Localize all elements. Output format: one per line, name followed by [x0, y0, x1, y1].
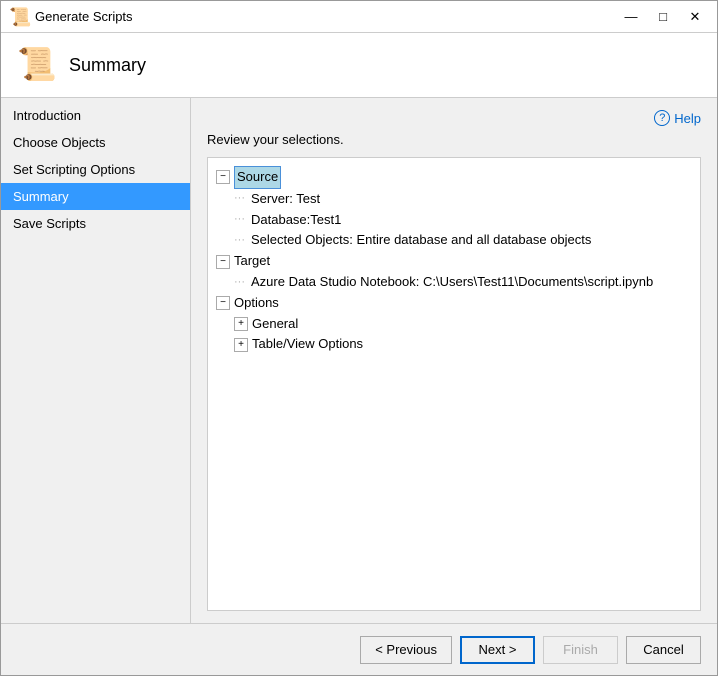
footer: < Previous Next > Finish Cancel	[1, 623, 717, 675]
window-icon: 📜	[9, 7, 29, 27]
sidebar-item-summary[interactable]: Summary	[1, 183, 190, 210]
source-toggle[interactable]: −	[216, 170, 230, 184]
options-general: General	[252, 314, 298, 335]
leaf-dash-db: ···	[234, 211, 245, 229]
title-bar: 📜 Generate Scripts — □ ✕	[1, 1, 717, 33]
sidebar-item-choose-objects[interactable]: Choose Objects	[1, 129, 190, 156]
main-content: ? Help Review your selections. − Source …	[191, 98, 717, 623]
title-bar-controls: — □ ✕	[617, 6, 709, 28]
page-icon: 📜	[17, 45, 57, 85]
window-title: Generate Scripts	[35, 9, 617, 24]
target-label: Target	[234, 251, 270, 272]
close-button[interactable]: ✕	[681, 6, 709, 28]
help-row: ? Help	[207, 110, 701, 126]
options-table-view: Table/View Options	[252, 334, 363, 355]
review-text: Review your selections.	[207, 132, 701, 147]
sidebar-item-set-scripting-options[interactable]: Set Scripting Options	[1, 156, 190, 183]
general-toggle[interactable]: +	[234, 317, 248, 331]
target-toggle[interactable]: −	[216, 255, 230, 269]
leaf-dash-obj: ···	[234, 232, 245, 250]
content-area: Introduction Choose Objects Set Scriptin…	[1, 98, 717, 623]
leaf-dash-server: ···	[234, 190, 245, 208]
source-database: Database:Test1	[251, 210, 341, 231]
leaf-dash-notebook: ···	[234, 274, 245, 292]
options-toggle[interactable]: −	[216, 296, 230, 310]
tree-node-source: − Source ··· Server: Test ··· Database:T…	[216, 166, 692, 251]
window: 📜 Generate Scripts — □ ✕ 📜 Summary Intro…	[0, 0, 718, 676]
sidebar: Introduction Choose Objects Set Scriptin…	[1, 98, 191, 623]
help-circle-icon: ?	[654, 110, 670, 126]
target-notebook: Azure Data Studio Notebook: C:\Users\Tes…	[251, 272, 653, 293]
previous-button[interactable]: < Previous	[360, 636, 452, 664]
tree-node-options: − Options + General + Table/View Options	[216, 293, 692, 355]
finish-button[interactable]: Finish	[543, 636, 618, 664]
tree-node-target: − Target ··· Azure Data Studio Notebook:…	[216, 251, 692, 293]
page-title: Summary	[69, 55, 146, 76]
source-label: Source	[234, 166, 281, 189]
cancel-button[interactable]: Cancel	[626, 636, 701, 664]
sidebar-item-save-scripts[interactable]: Save Scripts	[1, 210, 190, 237]
options-label: Options	[234, 293, 279, 314]
maximize-button[interactable]: □	[649, 6, 677, 28]
table-view-toggle[interactable]: +	[234, 338, 248, 352]
minimize-button[interactable]: —	[617, 6, 645, 28]
source-server: Server: Test	[251, 189, 320, 210]
source-selected-objects: Selected Objects: Entire database and al…	[251, 230, 591, 251]
page-header: 📜 Summary	[1, 33, 717, 98]
help-link[interactable]: ? Help	[654, 110, 701, 126]
next-button[interactable]: Next >	[460, 636, 535, 664]
tree-box: − Source ··· Server: Test ··· Database:T…	[207, 157, 701, 611]
sidebar-item-introduction[interactable]: Introduction	[1, 102, 190, 129]
